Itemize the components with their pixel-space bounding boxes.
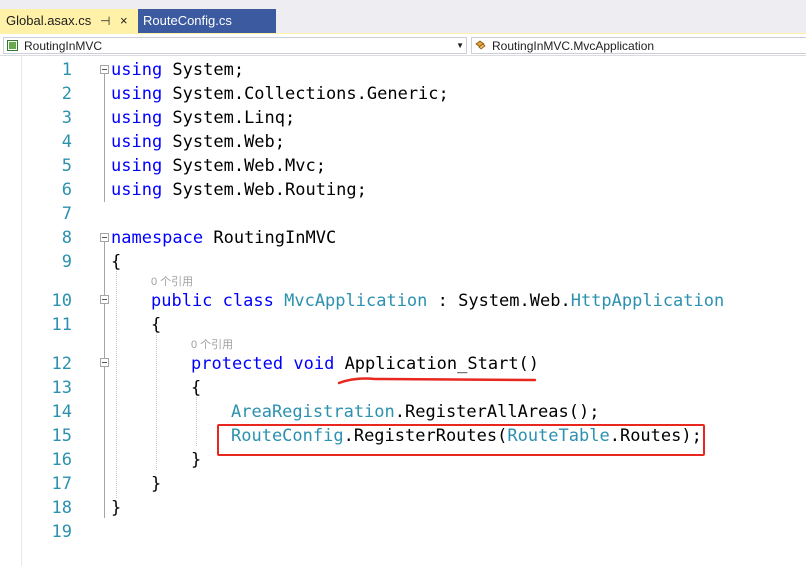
line-number: 6: [61, 180, 72, 200]
collapse-icon[interactable]: [100, 295, 109, 304]
document-tab-strip: Global.asax.cs ⊣ × RouteConfig.cs: [0, 0, 806, 33]
code-line-16: }: [191, 450, 202, 470]
code-line-18: }: [111, 498, 122, 518]
fold-line: [104, 367, 105, 471]
collapse-icon[interactable]: [100, 358, 109, 367]
code-text: : System.Web.: [427, 291, 571, 311]
tab-routeconfig-cs[interactable]: RouteConfig.cs: [138, 9, 276, 33]
line-number: 9: [61, 252, 72, 272]
line-number: 16: [51, 450, 72, 470]
indent-guide: [156, 330, 157, 470]
line-number: 15: [51, 426, 72, 446]
line-number: 2: [61, 84, 72, 104]
code-line-8: namespace RoutingInMVC: [111, 228, 336, 248]
class-icon: [475, 40, 486, 50]
tab-label: RouteConfig.cs: [143, 13, 232, 28]
code-text: System.Collections.Generic;: [162, 84, 449, 104]
keyword: using: [111, 60, 163, 80]
code-line-11: {: [151, 315, 162, 335]
code-text: System.Web;: [162, 132, 286, 152]
navigation-bar: RoutingInMVC ▼ RoutingInMVC.MvcApplicati…: [0, 33, 806, 56]
keyword: using: [111, 84, 163, 104]
line-number: 1: [61, 60, 72, 80]
line-number: 12: [51, 354, 72, 374]
line-number: 8: [61, 228, 72, 248]
code-line-17: }: [151, 474, 162, 494]
red-underline-annotation: [337, 377, 537, 385]
keyword: protected: [191, 354, 284, 374]
keyword: void: [293, 354, 335, 374]
line-number: 4: [61, 132, 72, 152]
type-name: AreaRegistration: [231, 402, 395, 422]
line-number: 11: [51, 315, 72, 335]
indicator-margin: [0, 56, 22, 566]
line-number: 7: [61, 204, 72, 224]
keyword: using: [111, 108, 163, 128]
code-text: System;: [162, 60, 245, 80]
keyword: using: [111, 132, 163, 152]
code-line-6: using System.Web.Routing;: [111, 180, 367, 200]
line-number: 18: [51, 498, 72, 518]
collapse-icon[interactable]: [100, 233, 109, 242]
keyword: using: [111, 156, 163, 176]
keyword: namespace: [111, 228, 204, 248]
code-line-2: using System.Collections.Generic;: [111, 84, 449, 104]
collapse-icon[interactable]: [100, 65, 109, 74]
code-line-13: {: [191, 378, 202, 398]
line-number: 10: [51, 291, 72, 311]
line-number: 19: [51, 522, 72, 542]
code-line-12: protected void Application_Start(): [191, 354, 539, 374]
code-line-9: {: [111, 252, 122, 272]
code-line-1: using System;: [111, 60, 244, 80]
code-text: System.Web.Routing;: [162, 180, 367, 200]
line-number: 14: [51, 402, 72, 422]
keyword: class: [222, 291, 274, 311]
line-number: 13: [51, 378, 72, 398]
chevron-down-icon: ▼: [456, 41, 464, 50]
indent-guide: [196, 392, 197, 446]
tab-label: Global.asax.cs: [6, 13, 92, 28]
line-number: 17: [51, 474, 72, 494]
code-line-4: using System.Web;: [111, 132, 285, 152]
member-dropdown[interactable]: RoutingInMVC.MvcApplication: [471, 37, 806, 54]
code-text: .RegisterAllAreas();: [394, 402, 600, 422]
code-line-3: using System.Linq;: [111, 108, 295, 128]
close-icon[interactable]: ×: [120, 9, 128, 33]
fold-line: [104, 74, 105, 202]
code-text: Application_Start(): [334, 354, 540, 374]
code-text: System.Linq;: [162, 108, 296, 128]
member-name: RoutingInMVC.MvcApplication: [492, 39, 655, 53]
code-text: System.Web.Mvc;: [162, 156, 326, 176]
keyword: public: [151, 291, 213, 311]
tab-global-asax-cs[interactable]: Global.asax.cs ⊣ ×: [0, 9, 138, 33]
pin-icon[interactable]: ⊣: [100, 9, 110, 33]
project-name: RoutingInMVC: [24, 39, 103, 53]
indent-guide: [116, 268, 117, 498]
code-line-10: public class MvcApplication : System.Web…: [151, 291, 724, 311]
code-text: RoutingInMVC: [203, 228, 337, 248]
reference-count[interactable]: 0 个引用: [191, 336, 233, 352]
reference-count[interactable]: 0 个引用: [151, 273, 193, 289]
line-number: 3: [61, 108, 72, 128]
red-highlight-box: [217, 424, 705, 456]
code-line-5: using System.Web.Mvc;: [111, 156, 326, 176]
csharp-project-icon: [7, 40, 18, 51]
line-number: 5: [61, 156, 72, 176]
type-name: HttpApplication: [570, 291, 725, 311]
code-editor[interactable]: 1 2 3 4 5 6 7 8 9 10 11 12 13 14 15 16 17 18 19 using Syst…: [0, 56, 806, 566]
type-name: MvcApplication: [284, 291, 428, 311]
keyword: using: [111, 180, 163, 200]
project-dropdown[interactable]: RoutingInMVC ▼: [3, 37, 467, 54]
code-line-14: AreaRegistration.RegisterAllAreas();: [231, 402, 599, 422]
